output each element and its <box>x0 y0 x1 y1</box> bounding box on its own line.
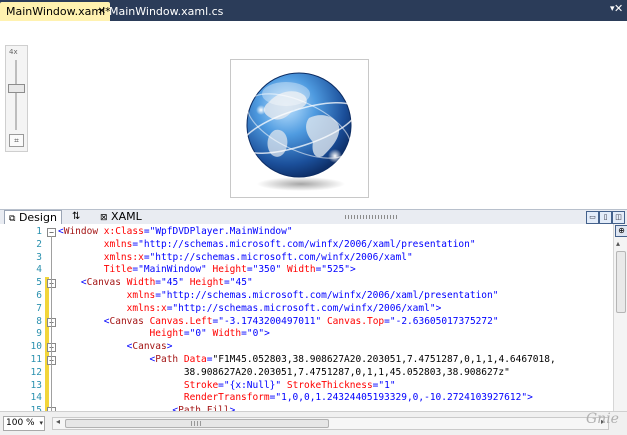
scroll-up-icon[interactable]: ▴ <box>616 239 620 248</box>
zoom-max-label: 4x <box>9 48 18 56</box>
horizontal-split-icon[interactable]: ▭ <box>586 211 599 224</box>
tab-label: MainWindow.xaml* <box>6 5 111 18</box>
tab-mainwindow-xaml[interactable]: MainWindow.xaml* ✕ <box>0 2 111 21</box>
code-line[interactable]: 38.908627A20.203051,7.4751287,0,1,1,45.0… <box>58 367 510 378</box>
tab-design-label: Design <box>18 211 57 224</box>
split-editor-icon[interactable]: ⊕ <box>615 225 627 237</box>
tab-xaml[interactable]: ⊠ XAML <box>100 210 142 224</box>
zoom-slider-track[interactable] <box>15 60 17 130</box>
code-line[interactable]: <Canvas Canvas.Left="-3.1743200497011" C… <box>58 316 499 327</box>
code-line[interactable]: Stroke="{x:Null}" StrokeThickness="1" <box>58 380 396 391</box>
globe-canvas-preview[interactable] <box>230 59 369 198</box>
code-line[interactable]: xmlns="http://schemas.microsoft.com/winf… <box>58 239 476 250</box>
collapse-pane-icon[interactable]: ◫ <box>612 211 625 224</box>
xaml-icon: ⊠ <box>100 213 108 223</box>
code-line[interactable]: <Window x:Class="WpfDVDPlayer.MainWindow… <box>58 226 293 237</box>
outline-guide-line <box>51 236 52 411</box>
code-line[interactable]: xmlns:x="http://schemas.microsoft.com/wi… <box>58 252 413 263</box>
editor-vertical-scrollbar[interactable]: ⊕ ▴ <box>613 224 627 411</box>
editor-bottom-bar: 100 % ▾ ◂ ▸ <box>0 411 627 435</box>
code-lines: <Window x:Class="WpfDVDPlayer.MainWindow… <box>0 224 613 411</box>
close-window-icon[interactable]: ✕ <box>614 2 623 15</box>
editor-horizontal-scrollbar[interactable]: ◂ ▸ <box>52 417 609 430</box>
scroll-left-icon[interactable]: ◂ <box>56 417 60 426</box>
code-line[interactable]: Title="MainWindow" Height="350" Width="5… <box>58 264 356 275</box>
code-line[interactable]: xmlns="http://schemas.microsoft.com/winf… <box>58 290 499 301</box>
tab-label: MainWindow.xaml.cs <box>109 5 224 18</box>
zoom-combobox[interactable]: 100 % ▾ <box>3 416 45 431</box>
watermark: Gnie <box>586 411 619 427</box>
code-line[interactable]: <Path Data="F1M45.052803,38.908627A20.20… <box>58 354 556 365</box>
chevron-down-icon[interactable]: ▾ <box>39 417 43 430</box>
zoom-value: 100 % <box>6 418 35 428</box>
horizontal-scroll-thumb[interactable] <box>65 419 329 428</box>
zoom-slider-panel: 4x ⌗ <box>5 45 28 152</box>
document-tab-strip: MainWindow.xaml* ✕ MainWindow.xaml.cs ▾ … <box>0 0 627 21</box>
tab-design[interactable]: ⧉ Design <box>4 210 62 225</box>
code-line[interactable]: Height="0" Width="0"> <box>58 328 270 339</box>
tab-mainwindow-xaml-cs[interactable]: MainWindow.xaml.cs <box>103 2 229 21</box>
globe-icon <box>240 72 358 191</box>
splitter-grip[interactable] <box>345 215 397 219</box>
code-line[interactable]: xmlns:x="http://schemas.microsoft.com/wi… <box>58 303 442 314</box>
tab-xaml-label: XAML <box>111 210 142 223</box>
vertical-split-icon[interactable]: ▯ <box>599 211 612 224</box>
swap-panes-icon[interactable]: ⇅ <box>72 210 80 224</box>
view-splitter-bar[interactable]: ⧉ Design ⇅ ⊠ XAML ▭ ▯ ◫ <box>0 209 627 225</box>
code-line[interactable]: <Canvas Width="45" Height="45" <box>58 277 253 288</box>
vertical-scroll-thumb[interactable] <box>616 251 626 313</box>
zoom-to-fit-icon[interactable]: ⌗ <box>9 134 24 147</box>
xaml-code-editor[interactable]: 12345678910111213141516 <Window x:Class=… <box>0 224 613 411</box>
design-icon: ⧉ <box>9 214 16 224</box>
design-surface[interactable]: 4x ⌗ <box>0 21 627 228</box>
code-line[interactable]: <Canvas> <box>58 341 173 352</box>
zoom-slider-thumb[interactable] <box>8 84 25 93</box>
scroll-grip <box>191 421 203 426</box>
code-line[interactable]: RenderTransform="1,0,0,1.24324405193329,… <box>58 392 533 403</box>
